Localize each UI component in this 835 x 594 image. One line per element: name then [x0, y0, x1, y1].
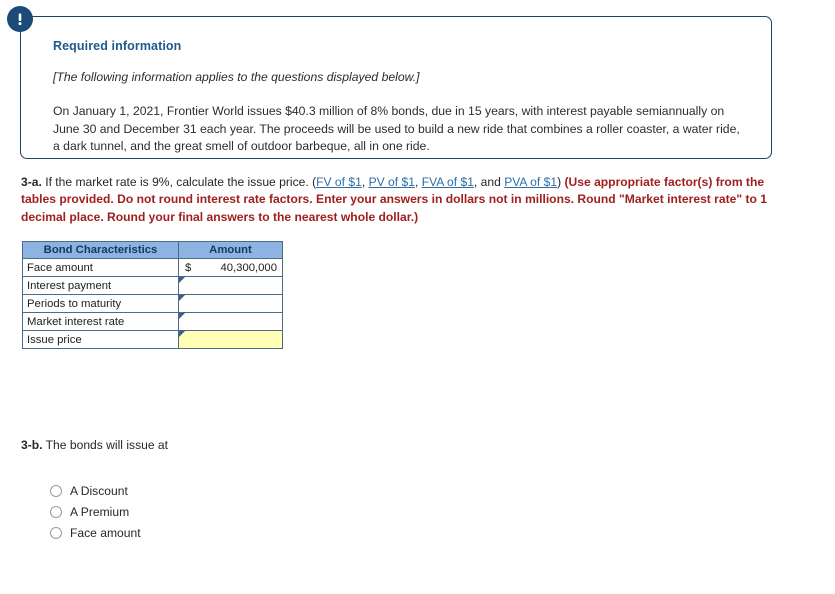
link-conjunction: , and	[473, 175, 505, 189]
radio-circle-icon[interactable]	[50, 505, 62, 518]
link-fva-of-1[interactable]: FVA of $1	[422, 175, 474, 189]
required-information-body: On January 1, 2021, Frontier World issue…	[53, 104, 740, 154]
cell-marker-icon	[179, 295, 185, 301]
question-3b-options: A Discount A Premium Face amount	[50, 480, 141, 543]
link-fv-of-1[interactable]: FV of $1	[316, 175, 362, 189]
radio-option-face-amount[interactable]: Face amount	[50, 522, 141, 543]
radio-circle-icon[interactable]	[50, 484, 62, 497]
required-information-note: [The following information applies to th…	[53, 70, 420, 84]
input-cell-interest-payment[interactable]	[178, 276, 283, 295]
question-3b: 3-b. The bonds will issue at	[21, 438, 168, 452]
table-row: Interest payment	[22, 276, 283, 295]
cell-face-amount: $ 40,300,000	[178, 258, 283, 277]
cell-marker-icon	[179, 331, 185, 337]
input-cell-issue-price[interactable]	[178, 330, 283, 349]
radio-label-a-premium: A Premium	[70, 504, 130, 519]
bond-characteristics-table: Bond Characteristics Amount Face amount …	[22, 241, 283, 349]
row-label-interest-payment: Interest payment	[22, 276, 179, 295]
question-3b-label: 3-b.	[21, 438, 43, 452]
question-3a-label: 3-a.	[21, 175, 42, 189]
currency-symbol: $	[185, 261, 192, 274]
radio-option-a-premium[interactable]: A Premium	[50, 501, 141, 522]
question-3a: 3-a. If the market rate is 9%, calculate…	[21, 174, 783, 226]
input-cell-periods-to-maturity[interactable]	[178, 294, 283, 313]
row-label-issue-price: Issue price	[22, 330, 179, 349]
column-header-amount: Amount	[178, 241, 283, 259]
table-row: Face amount $ 40,300,000	[22, 258, 283, 277]
row-label-periods-to-maturity: Periods to maturity	[22, 294, 179, 313]
link-sep-2: ,	[414, 175, 422, 189]
radio-circle-icon[interactable]	[50, 526, 62, 539]
table-row: Periods to maturity	[22, 294, 283, 313]
input-cell-market-interest-rate[interactable]	[178, 312, 283, 331]
question-3b-text: The bonds will issue at	[45, 438, 169, 452]
link-pva-of-1[interactable]: PVA of $1	[504, 175, 557, 189]
radio-label-a-discount: A Discount	[70, 483, 128, 498]
table-row: Issue price	[22, 330, 283, 349]
radio-label-face-amount: Face amount	[70, 525, 141, 540]
exclamation-circle-icon	[7, 6, 33, 32]
required-information-title: Required information	[53, 39, 182, 53]
cell-marker-icon	[179, 313, 185, 319]
table-header-row: Bond Characteristics Amount	[22, 241, 283, 259]
required-information-box: Required information [The following info…	[20, 16, 772, 159]
face-amount-value: 40,300,000	[220, 261, 277, 274]
table-row: Market interest rate	[22, 312, 283, 331]
row-label-face-amount: Face amount	[22, 258, 179, 277]
cell-marker-icon	[179, 277, 185, 283]
question-3a-text-after: )	[557, 175, 562, 189]
column-header-bond-characteristics: Bond Characteristics	[22, 241, 179, 259]
row-label-market-interest-rate: Market interest rate	[22, 312, 179, 331]
link-pv-of-1[interactable]: PV of $1	[369, 175, 415, 189]
link-sep-1: ,	[361, 175, 369, 189]
radio-option-a-discount[interactable]: A Discount	[50, 480, 141, 501]
question-3a-text: If the market rate is 9%, calculate the …	[45, 175, 317, 189]
